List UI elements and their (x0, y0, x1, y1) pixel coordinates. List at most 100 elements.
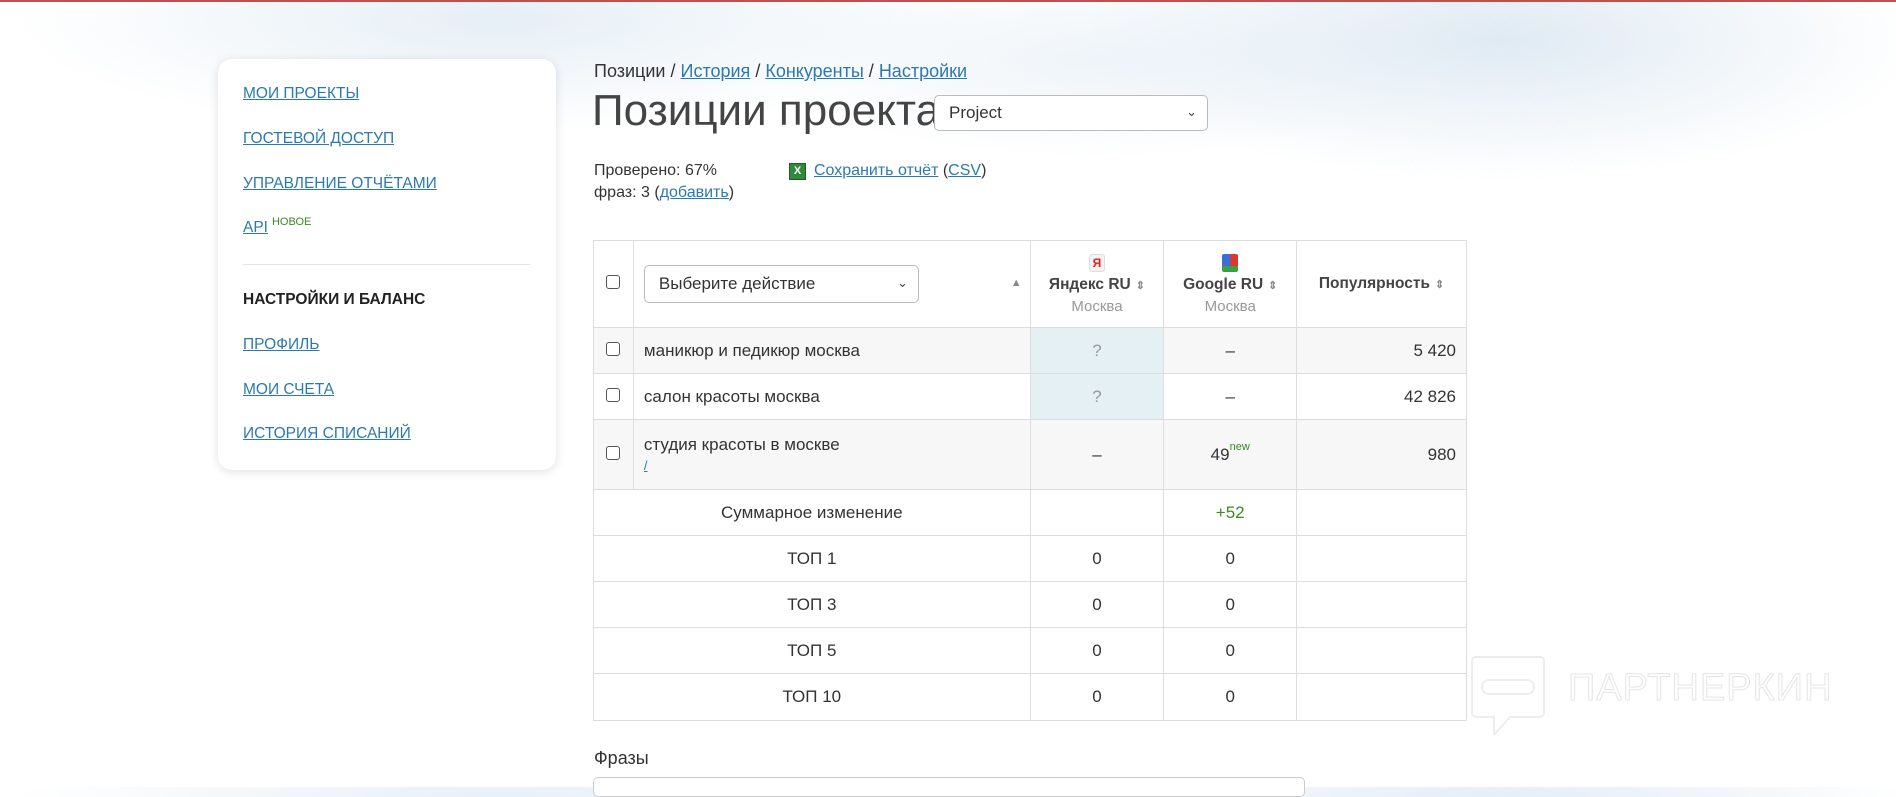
sidebar-item-guest-access[interactable]: Гостевой доступ (243, 130, 394, 148)
sidebar-item-invoices[interactable]: Мои счета (243, 381, 334, 399)
row-checkbox[interactable] (606, 445, 621, 460)
sidebar-item-charges-history[interactable]: История списаний (243, 425, 411, 443)
checked-percent: Проверено: 67% (594, 162, 717, 179)
paren: ) (981, 162, 987, 179)
project-stats: Проверено: 67% фраз: 3 (добавить) (594, 160, 734, 204)
save-report-link[interactable]: Сохранить отчёт (814, 162, 938, 179)
summary-label: ТОП 5 (593, 627, 1031, 674)
phrase-cell: салон красоты москва (632, 373, 1031, 420)
phrase-cell: студия красоты в москве (643, 434, 840, 454)
summary-label: ТОП 10 (593, 673, 1031, 721)
breadcrumb-sep: / (750, 61, 766, 81)
sort-icon[interactable]: ⇕ (1136, 280, 1145, 292)
sidebar-divider (243, 264, 531, 265)
add-phrase-link[interactable]: добавить (660, 184, 729, 201)
breadcrumb: Позиции / История / Конкуренты / Настрой… (594, 61, 967, 82)
summary-row: ТОП 1 0 0 (593, 535, 1467, 582)
sidebar-item-my-projects[interactable]: Мои проекты (243, 85, 359, 103)
column-google[interactable]: Google RU ⇕ Москва (1163, 240, 1298, 328)
breadcrumb-sep: / (665, 61, 681, 81)
sort-icon[interactable]: ▲︎ (1011, 277, 1022, 289)
summary-label: ТОП 3 (593, 581, 1031, 628)
breadcrumb-competitors[interactable]: Конкуренты (765, 61, 863, 81)
summary-label: Суммарное изменение (593, 489, 1031, 536)
google-position: – (1163, 327, 1298, 374)
breadcrumb-current: Позиции (594, 61, 666, 81)
row-checkbox[interactable] (606, 341, 621, 356)
column-region: Москва (1071, 297, 1123, 315)
popularity-cell: 5 420 (1296, 327, 1467, 374)
sidebar-section-title: НАСТРОЙКИ И БАЛАНС (243, 291, 426, 308)
breadcrumb-sep: / (863, 61, 879, 81)
chevron-down-icon: ⌄ (897, 275, 908, 291)
summary-row: Суммарное изменение +52 (593, 489, 1467, 536)
column-yandex[interactable]: Я Яндекс RU ⇕ Москва (1029, 240, 1165, 328)
summary-google: 0 (1163, 627, 1298, 674)
summary-yandex: 0 (1029, 581, 1165, 628)
sidebar-item-api-wrap: API НОВОЕ (243, 216, 312, 237)
watermark-logo-icon (1471, 656, 1545, 735)
sort-icon[interactable]: ⇕ (1435, 279, 1444, 291)
column-popularity[interactable]: Популярность ⇕ (1296, 240, 1467, 328)
csv-link[interactable]: CSV (948, 162, 981, 179)
sidebar-item-profile[interactable]: Профиль (243, 336, 319, 354)
summary-google: 0 (1163, 673, 1298, 721)
chevron-down-icon: ⌄ (1186, 104, 1197, 120)
action-select-value: Выберите действие (658, 274, 816, 293)
positions-table: Выберите действие ⌄ ▲︎ Я Яндекс RU ⇕ Москв… (593, 240, 1467, 721)
top-accent-line (0, 0, 1896, 2)
popularity-cell: 980 (1296, 419, 1467, 490)
phrase-cell: маникюр и педикюр москва (632, 327, 1031, 374)
summary-google: 0 (1163, 581, 1298, 628)
phrases-input[interactable] (593, 777, 1305, 797)
yandex-position: – (1029, 419, 1165, 490)
yandex-position: ? (1029, 373, 1165, 420)
watermark-text: ПАРТНЕРКИН (1568, 667, 1833, 710)
table-header: Выберите действие ⌄ ▲︎ Я Яндекс RU ⇕ Москв… (593, 240, 1467, 328)
table-row: салон красоты москва ? – 42 826 (593, 373, 1467, 420)
save-report: X Сохранить отчёт (CSV) (789, 160, 986, 182)
google-position: 49 (1210, 444, 1230, 464)
row-checkbox[interactable] (606, 387, 621, 402)
excel-icon: X (789, 162, 806, 180)
phrases-count: фраз: 3 ( (594, 184, 660, 201)
select-all-checkbox[interactable] (606, 274, 621, 289)
column-region: Москва (1204, 297, 1256, 315)
watermark: ПАРТНЕРКИН (1470, 655, 1833, 735)
paren: ) (728, 184, 735, 201)
table-row: маникюр и педикюр москва ? – 5 420 (593, 327, 1467, 374)
summary-row: ТОП 5 0 0 (593, 627, 1467, 674)
sort-icon[interactable]: ⇕ (1268, 280, 1277, 292)
breadcrumb-history[interactable]: История (681, 61, 751, 81)
breadcrumb-settings[interactable]: Настройки (879, 61, 967, 81)
google-icon (1222, 253, 1239, 272)
summary-yandex: 0 (1029, 535, 1165, 582)
new-badge: НОВОЕ (271, 216, 312, 228)
column-label: Яндекс RU (1048, 275, 1131, 293)
project-select-value: Project (949, 103, 1002, 122)
page-title: Позиции проекта: (592, 86, 953, 135)
google-position: – (1163, 373, 1298, 420)
yandex-icon: Я (1088, 253, 1105, 272)
project-select[interactable]: Project ⌄ (934, 95, 1208, 131)
sidebar: Мои проекты Гостевой доступ Управление о… (218, 59, 556, 470)
yandex-position: ? (1029, 327, 1165, 374)
phrase-url-link[interactable]: / (644, 458, 648, 473)
summary-label: ТОП 1 (593, 535, 1031, 582)
summary-yandex (1029, 489, 1165, 536)
phrases-label: Фразы (594, 748, 649, 768)
summary-google: 0 (1163, 535, 1298, 582)
popularity-cell: 42 826 (1296, 373, 1467, 420)
paren: ( (938, 162, 949, 179)
column-label: Популярность (1318, 275, 1430, 292)
sidebar-item-reports[interactable]: Управление отчётами (243, 175, 437, 193)
summary-row: ТОП 10 0 0 (593, 673, 1467, 721)
column-label: Google RU (1183, 275, 1264, 293)
summary-yandex: 0 (1029, 673, 1165, 721)
new-badge: new (1229, 440, 1250, 453)
action-select[interactable]: Выберите действие ⌄ (643, 265, 919, 303)
summary-yandex: 0 (1029, 627, 1165, 674)
sidebar-item-api[interactable]: API (243, 219, 268, 236)
summary-row: ТОП 3 0 0 (593, 581, 1467, 628)
table-row: студия красоты в москве / – 49new 980 (593, 419, 1467, 490)
